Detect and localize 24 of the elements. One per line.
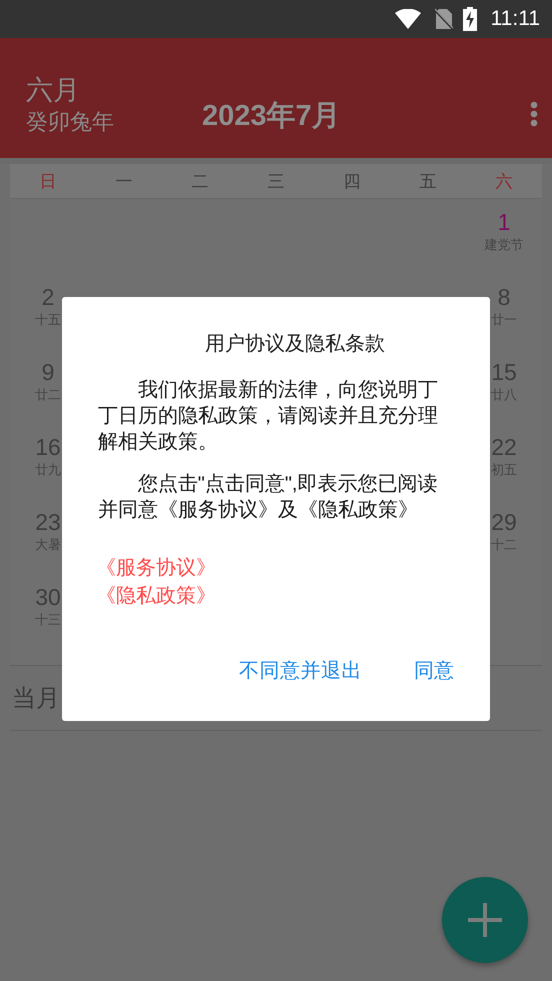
dialog-title: 用户协议及隐私条款 <box>204 330 386 357</box>
weekday-label: 五 <box>420 170 436 192</box>
clock-time: 11:11 <box>490 7 540 31</box>
weekday-label: 六 <box>496 170 512 192</box>
policy-link[interactable]: 《隐私政策》 <box>96 581 216 609</box>
battery-charging-icon <box>462 7 477 31</box>
plus-icon <box>465 900 505 940</box>
more-menu-icon[interactable] <box>530 101 538 127</box>
month-title[interactable]: 2023年7月 <box>202 96 341 136</box>
weekday-label: 一 <box>116 170 132 192</box>
weekday-label: 三 <box>268 170 284 192</box>
dialog-paragraph: 您点击"点击同意",即表示您已阅读并同意《服务协议》及《隐私政策》 <box>98 472 438 523</box>
wifi-icon <box>394 9 421 29</box>
no-sim-icon <box>434 8 453 30</box>
decline-button[interactable]: 不同意并退出 <box>239 657 362 684</box>
lunar-month: 六月 <box>26 74 81 108</box>
agree-button[interactable]: 同意 <box>414 657 454 684</box>
weekday-label: 日 <box>40 170 56 192</box>
weekday-label: 四 <box>344 170 360 192</box>
policy-link[interactable]: 《服务协议》 <box>96 553 216 581</box>
lunar-year: 癸卯兔年 <box>26 109 114 137</box>
dialog-paragraph: 我们依据最新的法律，向您说明丁丁日历的隐私政策，请阅读并且充分理解相关政策。 <box>98 378 439 455</box>
weekday-label: 二 <box>192 170 208 192</box>
day-number[interactable]: 1 <box>498 207 510 237</box>
